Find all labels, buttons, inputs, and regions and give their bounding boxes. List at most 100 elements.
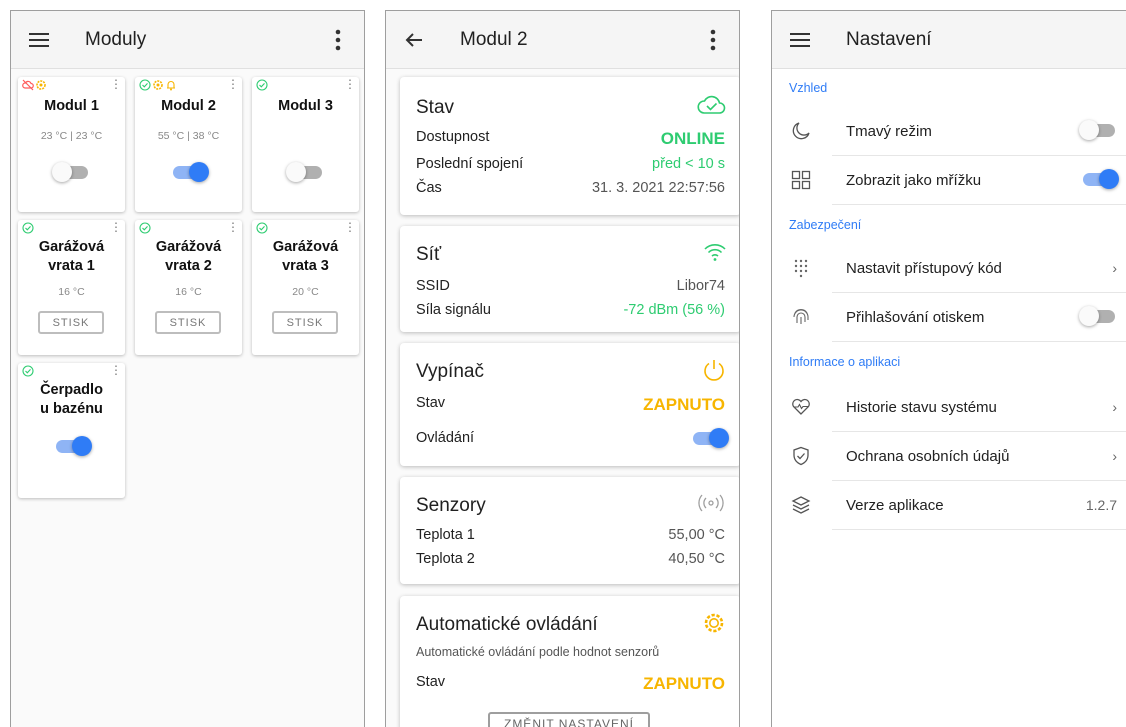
setting-privacy[interactable]: Ochrana osobních údajů › bbox=[772, 432, 1126, 480]
press-button[interactable]: STISK bbox=[38, 311, 104, 334]
check-circle-icon bbox=[139, 222, 151, 234]
menu-icon[interactable] bbox=[788, 28, 812, 52]
module-name: Garážová vrata 1 bbox=[38, 239, 105, 274]
card-menu-icon[interactable]: ⋮ bbox=[227, 221, 239, 233]
layers-icon bbox=[788, 495, 814, 515]
module-card[interactable]: ⋮ Garážová vrata 3 20 °C STISK bbox=[252, 220, 359, 355]
check-circle-icon bbox=[22, 222, 34, 234]
card-menu-icon[interactable]: ⋮ bbox=[110, 221, 122, 233]
setting-history[interactable]: Historie stavu systému › bbox=[772, 383, 1126, 431]
auto-description: Automatické ovládání podle hodnot senzor… bbox=[416, 645, 660, 659]
module-card[interactable]: ⋮ Modul 2 55 °C | 38 °C bbox=[135, 77, 242, 212]
more-vert-icon[interactable] bbox=[326, 28, 350, 52]
setting-label: Nastavit přístupový kód bbox=[846, 259, 1002, 277]
card-title: Automatické ovládání bbox=[416, 614, 598, 635]
cloud-check-icon bbox=[697, 93, 727, 120]
module-temp: 16 °C bbox=[58, 286, 85, 298]
auto-state-row: Stav ZAPNUTO bbox=[416, 674, 725, 693]
status-card: Stav Dostupnost ONLINE Poslední spojení př… bbox=[400, 77, 739, 215]
setting-label: Zobrazit jako mřížku bbox=[846, 171, 982, 189]
setting-grid-view[interactable]: Zobrazit jako mřížku bbox=[772, 156, 1126, 204]
sensor-row: Teplota 1 55,00 °C bbox=[416, 527, 725, 543]
back-arrow-icon[interactable] bbox=[402, 28, 426, 52]
network-row: Síla signálu -72 dBm (56 %) bbox=[416, 302, 725, 318]
module-toggle[interactable] bbox=[169, 161, 209, 183]
grid-toggle[interactable] bbox=[1079, 168, 1119, 190]
card-menu-icon[interactable]: ⋮ bbox=[110, 364, 122, 376]
dark-mode-toggle[interactable] bbox=[1079, 119, 1119, 141]
setting-label: Ochrana osobních údajů bbox=[846, 447, 1010, 465]
bell-icon bbox=[167, 81, 175, 91]
change-settings-button[interactable]: ZMĚNIT NASTAVENÍ bbox=[488, 712, 650, 727]
more-vert-icon[interactable] bbox=[701, 28, 725, 52]
module-toggle[interactable] bbox=[52, 161, 92, 183]
cloud-off-icon bbox=[22, 79, 34, 91]
press-button[interactable]: STISK bbox=[272, 311, 338, 334]
network-row: SSID Libor74 bbox=[416, 278, 725, 294]
fingerprint-icon bbox=[788, 307, 814, 327]
module-temp: 23 °C | 23 °C bbox=[40, 130, 103, 142]
module-card[interactable]: ⋮ Garážová vrata 1 16 °C STISK bbox=[18, 220, 125, 355]
power-icon bbox=[701, 357, 727, 388]
dialpad-icon bbox=[788, 258, 814, 278]
module-name: Modul 3 bbox=[278, 98, 333, 114]
status-row: Čas 31. 3. 2021 22:57:56 bbox=[416, 180, 725, 196]
page-title: Nastavení bbox=[846, 28, 932, 50]
section-header-security: Zabezpečení bbox=[789, 218, 862, 232]
gear-icon bbox=[701, 610, 727, 641]
card-title: Vypínač bbox=[416, 361, 484, 382]
module-name: Modul 1 bbox=[44, 98, 99, 114]
setting-fingerprint[interactable]: Přihlašování otiskem bbox=[772, 293, 1126, 341]
chevron-right-icon: › bbox=[1112, 448, 1117, 464]
check-circle-icon bbox=[256, 79, 268, 91]
module-name: Garážová vrata 2 bbox=[155, 239, 222, 274]
divider bbox=[832, 529, 1126, 530]
module-name: Garážová vrata 3 bbox=[272, 239, 339, 274]
menu-icon[interactable] bbox=[27, 28, 51, 52]
page-title: Moduly bbox=[85, 28, 147, 50]
module-name: Modul 2 bbox=[161, 98, 216, 114]
module-toggle[interactable] bbox=[52, 435, 92, 457]
module-card[interactable]: ⋮ Modul 3 bbox=[252, 77, 359, 212]
sensors-card: Senzory Teplota 1 55,00 °C Teplota 2 40,50… bbox=[400, 477, 739, 584]
heart-pulse-icon bbox=[788, 398, 814, 416]
setting-label: Historie stavu systému bbox=[846, 398, 997, 416]
card-menu-icon[interactable]: ⋮ bbox=[344, 221, 356, 233]
module-card[interactable]: ⋮ Garážová vrata 2 16 °C STISK bbox=[135, 220, 242, 355]
app-bar: Nastavení bbox=[772, 11, 1126, 69]
network-card: Síť SSID Libor74 Síla signálu -72 dBm (56 … bbox=[400, 226, 739, 332]
check-circle-icon bbox=[22, 365, 34, 377]
module-temp: 20 °C bbox=[292, 286, 319, 298]
module-temp: 55 °C | 38 °C bbox=[157, 130, 220, 142]
app-bar: Modul 2 bbox=[386, 11, 739, 69]
divider bbox=[832, 341, 1126, 342]
card-title: Stav bbox=[416, 97, 455, 118]
module-detail-screen: Modul 2 Stav Dostupnost ONLINE Poslední s… bbox=[385, 10, 740, 727]
shield-check-icon bbox=[788, 446, 814, 466]
press-button[interactable]: STISK bbox=[155, 311, 221, 334]
status-row: Dostupnost ONLINE bbox=[416, 129, 725, 148]
card-menu-icon[interactable]: ⋮ bbox=[344, 78, 356, 90]
modules-screen: Moduly ⋮ Modul 1 23 °C | 23 °C ⋮ Modul 2 bbox=[10, 10, 365, 727]
card-menu-icon[interactable]: ⋮ bbox=[110, 78, 122, 90]
version-value: 1.2.7 bbox=[1085, 497, 1117, 513]
moon-icon bbox=[788, 121, 814, 141]
card-menu-icon[interactable]: ⋮ bbox=[227, 78, 239, 90]
module-card[interactable]: ⋮ Modul 1 23 °C | 23 °C bbox=[18, 77, 125, 212]
page-title: Modul 2 bbox=[460, 28, 528, 50]
fingerprint-toggle[interactable] bbox=[1079, 305, 1119, 327]
card-title: Senzory bbox=[416, 495, 486, 516]
module-card[interactable]: ⋮ Čerpadlo u bazénu bbox=[18, 363, 125, 498]
status-row: Poslední spojení před < 10 s bbox=[416, 156, 725, 172]
switch-state-row: Stav ZAPNUTO bbox=[416, 395, 725, 414]
setting-access-code[interactable]: Nastavit přístupový kód › bbox=[772, 244, 1126, 292]
module-toggle[interactable] bbox=[286, 161, 326, 183]
sensor-row: Teplota 2 40,50 °C bbox=[416, 551, 725, 567]
module-name: Čerpadlo u bazénu bbox=[40, 382, 103, 417]
app-bar: Moduly bbox=[11, 11, 364, 69]
gear-warning-icon bbox=[36, 80, 46, 90]
setting-dark-mode[interactable]: Tmavý režim bbox=[772, 107, 1126, 155]
auto-control-card: Automatické ovládání Automatické ovládán… bbox=[400, 596, 739, 727]
wifi-icon bbox=[703, 242, 727, 267]
control-toggle[interactable] bbox=[689, 427, 729, 449]
